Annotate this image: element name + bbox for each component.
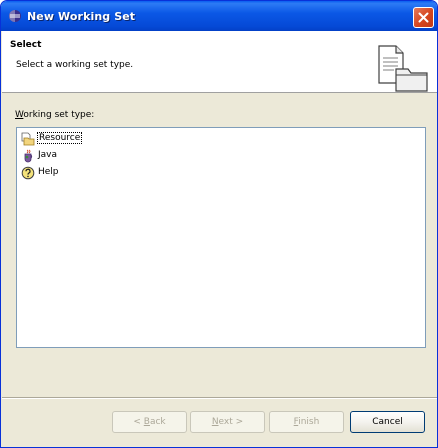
list-item-help[interactable]: Help: [21, 165, 221, 181]
help-icon: [21, 166, 35, 180]
title-bar[interactable]: New Working Set: [1, 1, 437, 31]
list-item-label: Resource: [37, 132, 83, 144]
list-item-label: Java: [38, 150, 58, 160]
eclipse-icon: [8, 9, 22, 23]
page-title: Select: [10, 40, 42, 50]
resource-folder-icon: [21, 132, 35, 146]
close-icon: [418, 12, 429, 23]
close-button[interactable]: [413, 7, 434, 28]
new-working-set-dialog: New Working Set Select Select a working …: [0, 0, 438, 448]
footer-separator: [2, 397, 437, 399]
page-description: Select a working set type.: [16, 60, 134, 70]
list-item-java[interactable]: Java: [21, 148, 221, 164]
wizard-header: Select Select a working set type.: [2, 31, 437, 93]
wizard-body: Working set type: Resource Java Help: [2, 94, 437, 397]
next-button[interactable]: Next >: [190, 411, 265, 433]
java-icon: [21, 149, 35, 163]
window-title: New Working Set: [27, 10, 136, 23]
finish-button[interactable]: Finish: [269, 411, 344, 433]
list-item-label: Help: [38, 167, 59, 177]
back-button[interactable]: < Back: [112, 411, 187, 433]
working-set-wizard-icon: [376, 45, 430, 96]
working-set-type-label: Working set type:: [15, 110, 95, 120]
working-set-type-list[interactable]: Resource Java Help: [16, 127, 426, 348]
list-item-resource[interactable]: Resource: [21, 131, 221, 147]
cancel-button[interactable]: Cancel: [350, 411, 425, 433]
